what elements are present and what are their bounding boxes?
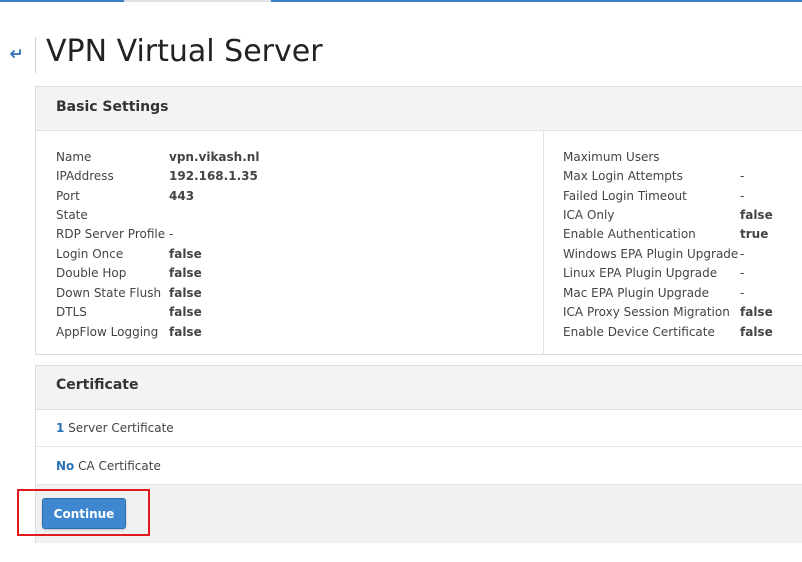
field-label: ICA Only xyxy=(563,208,615,222)
field-label: Failed Login Timeout xyxy=(563,189,687,203)
field-label: Maximum Users xyxy=(563,150,660,164)
field-label: Double Hop xyxy=(56,266,127,280)
field-label: Enable Authentication xyxy=(563,227,696,241)
server-certificate-row: 1 Server Certificate xyxy=(36,409,802,447)
field-label: DTLS xyxy=(56,305,87,319)
field-label: Port xyxy=(56,189,80,203)
field-value: - xyxy=(740,247,745,261)
field-value: false xyxy=(740,325,773,339)
field-value: false xyxy=(169,305,202,319)
field-value: - xyxy=(740,169,745,183)
field-label: RDP Server Profile xyxy=(56,227,166,241)
server-certificate-label: Server Certificate xyxy=(64,421,174,435)
certificate-footer xyxy=(36,485,802,543)
field-label: IPAddress xyxy=(56,169,114,183)
field-value: true xyxy=(740,227,769,241)
field-value: - xyxy=(740,189,745,203)
field-value: false xyxy=(740,305,773,319)
field-value: false xyxy=(169,325,202,339)
field-label: Windows EPA Plugin Upgrade xyxy=(563,247,739,261)
field-value: 443 xyxy=(169,189,195,203)
field-label: Max Login Attempts xyxy=(563,169,683,183)
field-label: Enable Device Certificate xyxy=(563,325,715,339)
field-label: Name xyxy=(56,150,92,164)
field-value: 192.168.1.35 xyxy=(169,169,258,183)
field-value: - xyxy=(740,286,745,300)
title-divider xyxy=(35,37,36,73)
page-title: VPN Virtual Server xyxy=(46,34,323,69)
field-value: false xyxy=(169,247,202,261)
field-value: false xyxy=(169,266,202,280)
certificate-panel: Certificate 1 Server Certificate No CA C… xyxy=(35,365,802,543)
field-label: AppFlow Logging xyxy=(56,325,159,339)
field-label: State xyxy=(56,208,88,222)
field-label: Linux EPA Plugin Upgrade xyxy=(563,266,718,280)
field-label: Login Once xyxy=(56,247,124,261)
basic-settings-header: Basic Settings xyxy=(36,87,802,131)
field-label: Down State Flush xyxy=(56,286,162,300)
field-value: false xyxy=(169,286,202,300)
column-divider xyxy=(543,131,544,355)
field-value: - xyxy=(169,227,174,241)
ca-certificate-link[interactable]: No xyxy=(56,459,74,473)
ca-certificate-label: CA Certificate xyxy=(74,459,161,473)
ca-certificate-row: No CA Certificate xyxy=(36,447,802,485)
top-progress-bar xyxy=(0,0,802,2)
field-value: false xyxy=(740,208,773,222)
continue-button[interactable]: Continue xyxy=(42,498,126,529)
field-value: vpn.vikash.nl xyxy=(169,150,260,164)
basic-settings-panel: Basic Settings Name vpn.vikash.nl IPAddre… xyxy=(35,86,802,355)
field-label: Mac EPA Plugin Upgrade xyxy=(563,286,710,300)
field-value: - xyxy=(740,266,745,280)
back-arrow-icon[interactable] xyxy=(8,46,28,66)
field-label: ICA Proxy Session Migration xyxy=(563,305,730,319)
certificate-header: Certificate xyxy=(36,366,802,410)
